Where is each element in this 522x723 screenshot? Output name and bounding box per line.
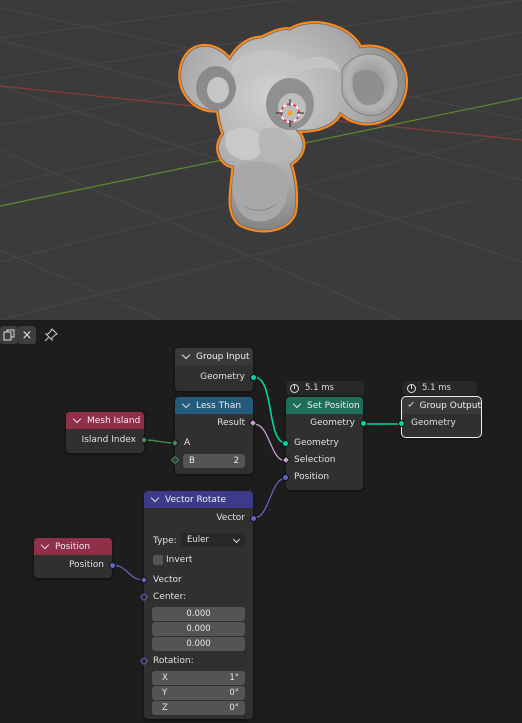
axis-value: 1° — [229, 673, 239, 683]
group-input-node[interactable]: Group Input Geometry — [175, 348, 257, 391]
input-label-center: Center: — [153, 592, 187, 602]
vector-rotate-node[interactable]: Vector Rotate Vector Type: Euler Invert … — [139, 491, 257, 719]
group-input-header[interactable]: Group Input — [175, 348, 253, 365]
node-title: Group Input — [196, 351, 250, 362]
set-position-node[interactable]: Set Position Geometry Geometry Selection… — [281, 397, 367, 490]
rotation-x-field[interactable]: X 1° — [152, 671, 245, 685]
socket-geometry-in[interactable] — [398, 420, 405, 427]
type-value: Euler — [187, 535, 209, 545]
input-label-rotation: Rotation: — [153, 656, 194, 666]
less-than-header[interactable]: Less Than — [175, 397, 253, 414]
position-node[interactable]: Position Position — [34, 538, 116, 578]
mesh-island-header[interactable]: Mesh Island — [66, 412, 144, 429]
axis-label: Y — [162, 688, 168, 698]
axis-value: 0° — [229, 703, 239, 713]
socket-position-in[interactable] — [282, 474, 289, 481]
input-label-vector: Vector — [153, 575, 182, 585]
axis-label: Z — [162, 703, 168, 713]
blender-window: × Group Input Geometry Mesh Island Islan… — [0, 0, 522, 723]
chevron-down-icon[interactable] — [40, 540, 50, 550]
socket-geometry-out[interactable] — [250, 374, 257, 381]
center-y-field[interactable]: 0.000 — [152, 622, 245, 636]
socket-vector-out[interactable] — [250, 515, 257, 522]
viewport-scene — [0, 0, 522, 320]
node-title: Set Position — [307, 400, 360, 411]
input-label-geometry: Geometry — [294, 438, 339, 448]
rotation-y-field[interactable]: Y 0° — [152, 686, 245, 700]
node-title: Vector Rotate — [165, 494, 227, 505]
b-value: 2 — [233, 456, 239, 466]
suzanne-mesh[interactable] — [178, 21, 408, 233]
link-group-input-geometry[interactable] — [253, 376, 287, 444]
b-value-field[interactable]: B 2 — [183, 454, 245, 468]
link-vector-position[interactable] — [253, 477, 287, 519]
position-header[interactable]: Position — [34, 538, 112, 555]
group-output-timing: 5.1 ms — [403, 381, 477, 395]
node-title: Group Output — [419, 400, 481, 411]
input-label-selection: Selection — [294, 455, 336, 465]
stopwatch-icon — [407, 383, 416, 393]
chevron-down-icon — [232, 535, 241, 543]
output-label-vector: Vector — [216, 513, 245, 523]
invert-label: Invert — [166, 555, 193, 565]
node-title: Mesh Island — [87, 415, 141, 426]
input-label-position: Position — [294, 472, 330, 482]
type-label: Type: — [153, 536, 177, 546]
chevron-down-icon[interactable] — [408, 401, 415, 407]
invert-checkbox[interactable] — [153, 555, 163, 565]
b-label: B — [189, 456, 195, 466]
socket-geometry-in[interactable] — [282, 440, 289, 447]
output-label-position: Position — [68, 560, 104, 570]
vector-rotate-header[interactable]: Vector Rotate — [144, 491, 253, 508]
chevron-down-icon[interactable] — [181, 399, 191, 409]
set-position-timing: 5.1 ms — [286, 381, 364, 395]
mesh-island-node[interactable]: Mesh Island Island Index — [66, 412, 149, 453]
output-label-geometry: Geometry — [200, 372, 245, 382]
chevron-down-icon[interactable] — [181, 350, 191, 360]
center-z-value: 0.000 — [186, 639, 211, 649]
group-output-node[interactable]: Group Output Geometry — [398, 396, 482, 438]
timing-value: 5.1 ms — [422, 383, 451, 393]
socket-geometry-out[interactable] — [360, 420, 367, 427]
stopwatch-icon — [290, 383, 299, 393]
geometry-node-editor[interactable]: × Group Input Geometry Mesh Island Islan… — [0, 320, 522, 723]
rotation-z-field[interactable]: Z 0° — [152, 701, 245, 715]
set-position-header[interactable]: Set Position — [286, 397, 363, 414]
output-label-result: Result — [217, 418, 245, 428]
chevron-down-icon[interactable] — [292, 399, 302, 409]
center-x-value: 0.000 — [186, 609, 211, 619]
center-x-field[interactable]: 0.000 — [152, 607, 245, 621]
center-z-field[interactable]: 0.000 — [152, 637, 245, 651]
center-y-value: 0.000 — [186, 624, 211, 634]
group-output-header[interactable]: Group Output — [402, 397, 481, 414]
chevron-down-icon[interactable] — [72, 414, 82, 424]
chevron-down-icon[interactable] — [150, 493, 160, 503]
3d-viewport[interactable] — [0, 0, 522, 320]
axis-label: X — [162, 673, 168, 683]
axis-value: 0° — [229, 688, 239, 698]
link-position-vector[interactable] — [111, 564, 145, 581]
type-dropdown[interactable]: Euler — [181, 533, 245, 547]
node-title: Position — [55, 541, 91, 552]
timing-value: 5.1 ms — [305, 383, 334, 393]
output-label-island-index: Island Index — [81, 435, 136, 445]
output-label-geometry: Geometry — [310, 418, 355, 428]
node-title: Less Than — [196, 400, 242, 411]
less-than-node[interactable]: Less Than Result A B 2 — [170, 397, 258, 474]
input-label-a: A — [184, 438, 191, 448]
input-label-geometry: Geometry — [411, 418, 456, 428]
socket-position-out[interactable] — [109, 562, 116, 569]
